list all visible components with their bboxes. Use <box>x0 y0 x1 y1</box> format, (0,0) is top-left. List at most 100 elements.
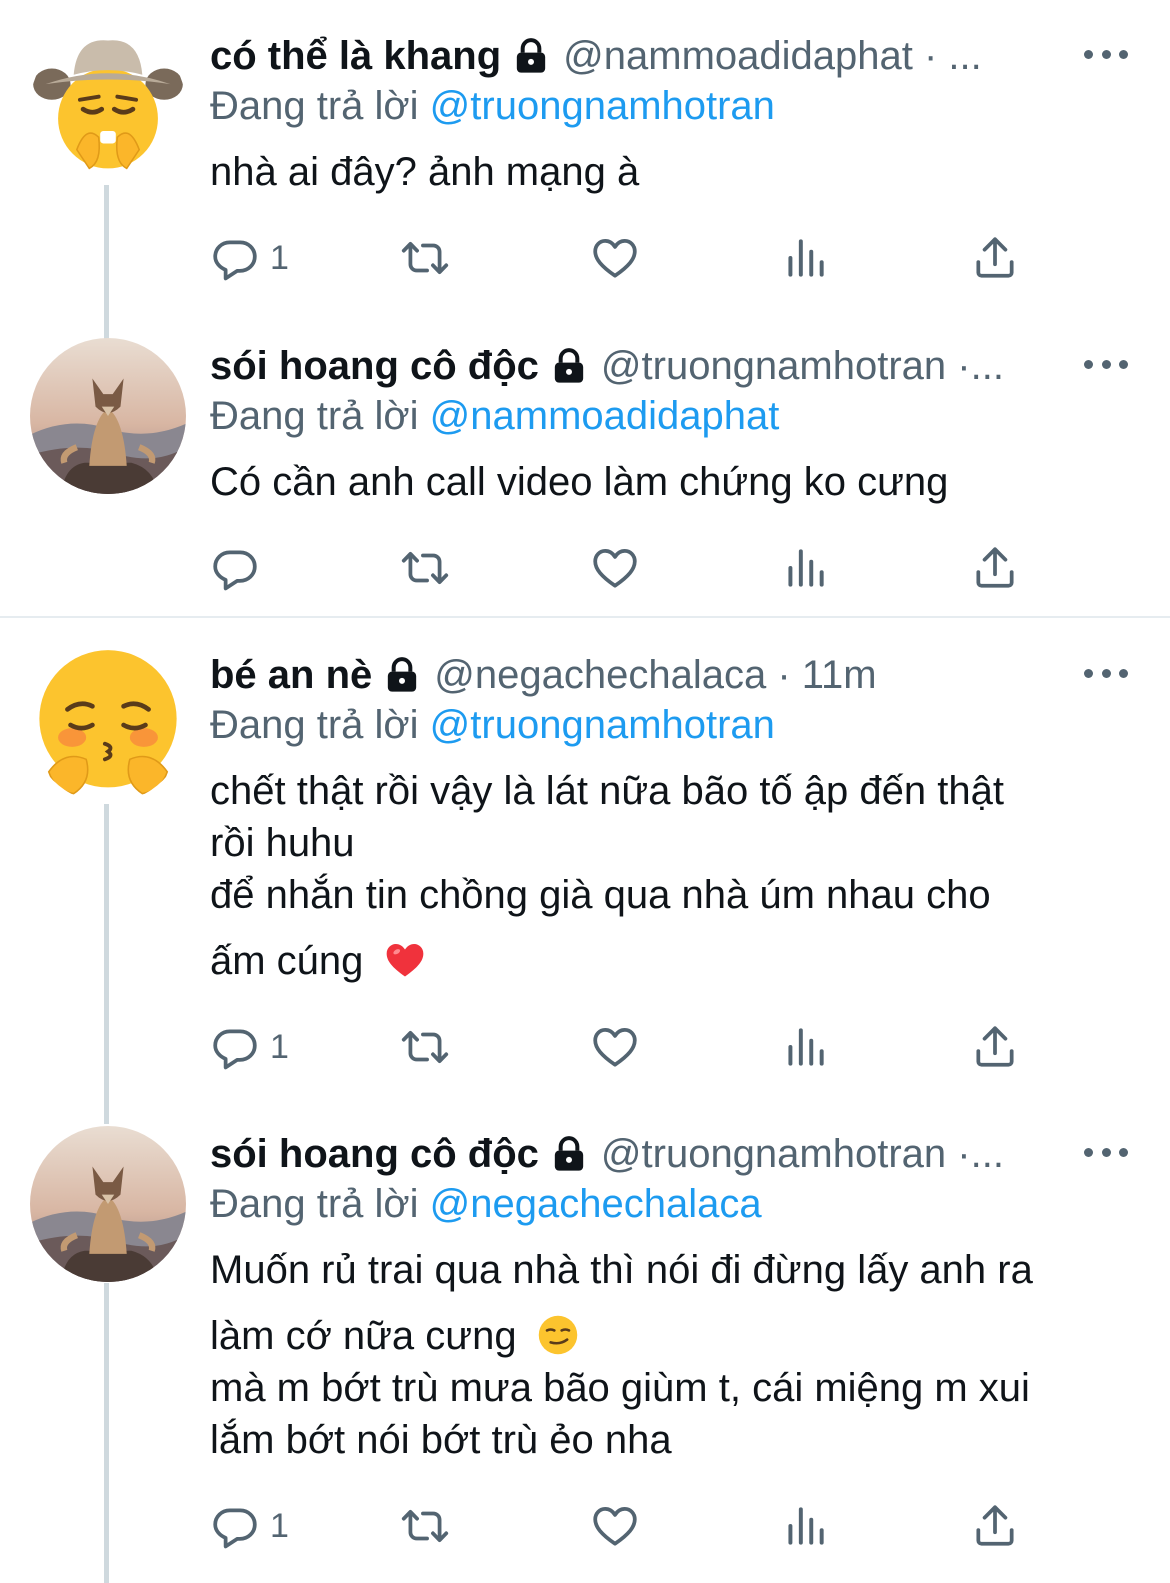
display-name[interactable]: sói hoang cô độc <box>210 1132 539 1177</box>
retweet-icon <box>400 1501 450 1551</box>
tweet-2[interactable]: sói hoang cô độc @truongnamhotran ·... Đ… <box>0 338 1170 608</box>
reply-count: 1 <box>270 1506 289 1545</box>
share-icon <box>970 1022 1020 1072</box>
tweet-3[interactable]: bé an nè @negachechalaca · 11m Đang trả … <box>0 647 1170 1124</box>
avatar[interactable] <box>30 647 186 803</box>
tweet-actions: 1 <box>210 1496 1040 1556</box>
replying-prefix: Đang trả lời <box>210 84 419 128</box>
tweet-text: Có cần anh call video làm chứng ko cưng <box>210 456 1120 508</box>
views-button[interactable] <box>780 538 830 598</box>
reply-icon <box>210 233 260 283</box>
handle-and-time[interactable]: @truongnamhotran ·... <box>601 1132 1004 1177</box>
tweet-text: Muốn rủ trai qua nhà thì nói đi đừng lấy… <box>210 1244 1120 1466</box>
text-line: mà m bớt trù mưa bão giùm t, cái miệng m… <box>210 1366 1030 1410</box>
retweet-button[interactable] <box>400 538 450 598</box>
lock-icon <box>549 1134 589 1174</box>
avatar[interactable] <box>30 1126 186 1282</box>
like-button[interactable] <box>590 538 640 598</box>
share-icon <box>970 233 1020 283</box>
reply-button[interactable]: 1 <box>210 228 289 288</box>
replying-prefix: Đang trả lời <box>210 703 419 747</box>
blushing-hug-emoji-avatar <box>30 647 186 803</box>
views-icon <box>780 1022 830 1072</box>
views-icon <box>780 543 830 593</box>
heart-icon <box>590 1501 640 1551</box>
views-icon <box>780 233 830 283</box>
replying-to: Đang trả lời @truongnamhotran <box>210 78 775 134</box>
replying-to-handle[interactable]: @truongnamhotran <box>430 84 775 128</box>
cowboy-pleading-emoji-avatar <box>30 28 186 184</box>
reply-button[interactable] <box>210 538 270 598</box>
reply-count: 1 <box>270 1027 289 1066</box>
handle-and-time[interactable]: @nammoadidaphat · ... <box>563 34 982 79</box>
display-name[interactable]: sói hoang cô độc <box>210 344 539 389</box>
avatar[interactable] <box>30 28 186 184</box>
handle-and-time[interactable]: @negachechalaca · 11m <box>434 653 876 698</box>
views-icon <box>780 1501 830 1551</box>
tweet-actions <box>210 538 1040 598</box>
views-button[interactable] <box>780 1017 830 1077</box>
lock-icon <box>382 655 422 695</box>
display-name[interactable]: có thể là khang <box>210 34 501 79</box>
like-button[interactable] <box>590 228 640 288</box>
share-icon <box>970 1501 1020 1551</box>
text-line: làm cớ nữa cưng <box>210 1314 517 1358</box>
more-options-icon[interactable] <box>1084 344 1128 384</box>
display-name[interactable]: bé an nè <box>210 653 372 698</box>
share-button[interactable] <box>970 1017 1020 1077</box>
tweet-actions: 1 <box>210 1017 1040 1077</box>
retweet-button[interactable] <box>400 1017 450 1077</box>
text-line: Muốn rủ trai qua nhà thì nói đi đừng lấy… <box>210 1248 1033 1292</box>
thread-line <box>104 1283 109 1583</box>
avatar[interactable] <box>30 338 186 494</box>
retweet-button[interactable] <box>400 228 450 288</box>
share-icon <box>970 543 1020 593</box>
reply-icon <box>210 1501 260 1551</box>
tweet-header: có thể là khang @nammoadidaphat · ... <box>210 28 1060 84</box>
share-button[interactable] <box>970 228 1020 288</box>
lock-icon <box>511 36 551 76</box>
share-button[interactable] <box>970 1496 1020 1556</box>
replying-prefix: Đang trả lời <box>210 394 419 438</box>
views-button[interactable] <box>780 1496 830 1556</box>
lock-icon <box>549 346 589 386</box>
like-button[interactable] <box>590 1496 640 1556</box>
text-line: lắm bớt nói bớt trù ẻo nha <box>210 1418 672 1462</box>
tweet-4[interactable]: sói hoang cô độc @truongnamhotran ·... Đ… <box>0 1126 1170 1583</box>
meditating-wolf-avatar <box>30 1126 186 1282</box>
thread-line <box>104 185 109 355</box>
views-button[interactable] <box>780 228 830 288</box>
reply-button[interactable]: 1 <box>210 1496 289 1556</box>
smirking-face-emoji <box>538 1315 577 1355</box>
reply-icon <box>210 543 260 593</box>
tweet-text: nhà ai đây? ảnh mạng à <box>210 146 1120 198</box>
text-line: ấm cúng <box>210 939 364 983</box>
text-line: chết thật rồi vậy là lát nữa bão tố ập đ… <box>210 769 1004 813</box>
text-line: Có cần anh call video làm chứng ko cưng <box>210 460 949 504</box>
retweet-button[interactable] <box>400 1496 450 1556</box>
more-options-icon[interactable] <box>1084 653 1128 693</box>
more-options-icon[interactable] <box>1084 1132 1128 1172</box>
tweet-header: sói hoang cô độc @truongnamhotran ·... <box>210 338 1060 394</box>
tweet-header: sói hoang cô độc @truongnamhotran ·... <box>210 1126 1060 1182</box>
like-button[interactable] <box>590 1017 640 1077</box>
tweet-header: bé an nè @negachechalaca · 11m <box>210 647 1060 703</box>
replying-to-handle[interactable]: @nammoadidaphat <box>430 394 780 438</box>
reply-button[interactable]: 1 <box>210 1017 289 1077</box>
thread-line <box>104 804 109 1124</box>
text-line: rồi huhu <box>210 821 355 865</box>
text-line-with-emoji: làm cớ nữa cưng <box>210 1310 1120 1362</box>
replying-to: Đang trả lời @negachechalaca <box>210 1176 762 1232</box>
heart-icon <box>590 233 640 283</box>
text-line: nhà ai đây? ảnh mạng à <box>210 150 640 194</box>
tweet-1[interactable]: có thể là khang @nammoadidaphat · ... Đa… <box>0 28 1170 355</box>
replying-to: Đang trả lời @truongnamhotran <box>210 697 775 753</box>
reply-icon <box>210 1022 260 1072</box>
more-options-icon[interactable] <box>1084 34 1128 74</box>
replying-to-handle[interactable]: @negachechalaca <box>430 1182 762 1226</box>
heart-icon <box>590 543 640 593</box>
tweet-text: chết thật rồi vậy là lát nữa bão tố ập đ… <box>210 765 1120 987</box>
handle-and-time[interactable]: @truongnamhotran ·... <box>601 344 1004 389</box>
share-button[interactable] <box>970 538 1020 598</box>
replying-to-handle[interactable]: @truongnamhotran <box>430 703 775 747</box>
